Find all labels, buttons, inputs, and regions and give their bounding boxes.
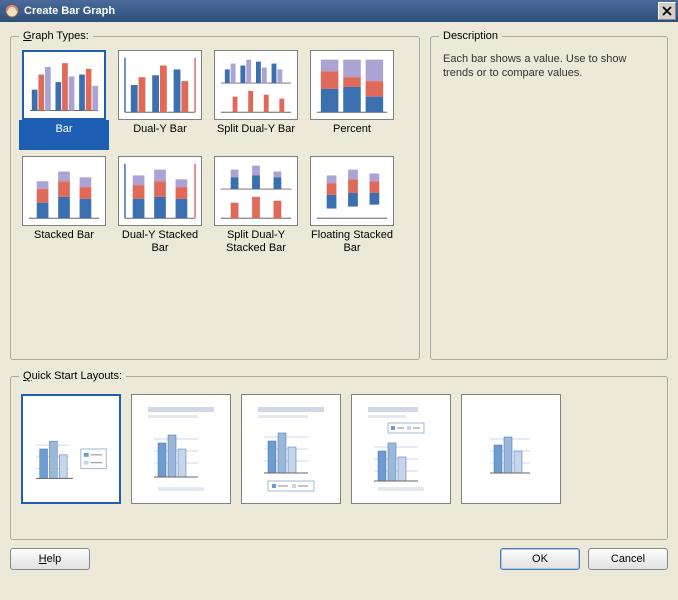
description-section: Description Each bar shows a value. Use … xyxy=(430,30,668,360)
graph-type-split-dual-y-stacked-bar[interactable]: Split Dual-Y Stacked Bar xyxy=(211,156,301,258)
description-legend: Description xyxy=(439,30,502,42)
graph-type-label: Percent xyxy=(307,120,397,150)
quick-start-section: Quick Start Layouts: xyxy=(10,370,668,540)
graph-type-stacked-bar[interactable]: Stacked Bar xyxy=(19,156,109,258)
dialog-button-row: Help OK Cancel xyxy=(10,540,668,570)
graph-type-bar[interactable]: Bar xyxy=(19,50,109,150)
graph-type-dual-y-bar[interactable]: Dual-Y Bar xyxy=(115,50,205,150)
bar-chart-icon xyxy=(22,50,106,120)
graph-type-label: Stacked Bar xyxy=(19,226,109,256)
app-icon xyxy=(4,3,20,19)
ok-button[interactable]: OK xyxy=(500,548,580,570)
graph-type-label: Dual-Y Stacked Bar xyxy=(115,226,205,258)
quick-start-layout-5[interactable] xyxy=(461,394,561,504)
quick-start-layout-3[interactable] xyxy=(241,394,341,504)
split-dual-y-bar-chart-icon xyxy=(214,50,298,120)
graph-type-label: Split Dual-Y Bar xyxy=(211,120,301,150)
titlebar: Create Bar Graph xyxy=(0,0,678,22)
graph-type-label: Floating Stacked Bar xyxy=(307,226,397,258)
quick-start-layouts-row xyxy=(19,390,659,508)
help-button[interactable]: Help xyxy=(10,548,90,570)
dual-y-bar-chart-icon xyxy=(118,50,202,120)
window-body: Graph Types: Bar xyxy=(0,22,678,578)
graph-types-section: Graph Types: Bar xyxy=(10,30,420,360)
percent-chart-icon xyxy=(310,50,394,120)
floating-stacked-bar-chart-icon xyxy=(310,156,394,226)
cancel-button[interactable]: Cancel xyxy=(588,548,668,570)
stacked-bar-chart-icon xyxy=(22,156,106,226)
quick-start-layout-1[interactable] xyxy=(21,394,121,504)
description-text: Each bar shows a value. Use to show tren… xyxy=(439,50,659,83)
graph-type-percent[interactable]: Percent xyxy=(307,50,397,150)
dual-y-stacked-bar-chart-icon xyxy=(118,156,202,226)
window-title: Create Bar Graph xyxy=(24,5,658,17)
split-dual-y-stacked-bar-chart-icon xyxy=(214,156,298,226)
graph-type-label: Split Dual-Y Stacked Bar xyxy=(211,226,301,258)
graph-type-split-dual-y-bar[interactable]: Split Dual-Y Bar xyxy=(211,50,301,150)
quick-start-layout-4[interactable] xyxy=(351,394,451,504)
close-button[interactable] xyxy=(658,2,676,20)
graph-type-label: Dual-Y Bar xyxy=(115,120,205,150)
graph-type-dual-y-stacked-bar[interactable]: Dual-Y Stacked Bar xyxy=(115,156,205,258)
graph-type-floating-stacked-bar[interactable]: Floating Stacked Bar xyxy=(307,156,397,258)
quick-start-layout-2[interactable] xyxy=(131,394,231,504)
graph-types-grid: Bar xyxy=(19,50,411,258)
graph-type-label: Bar xyxy=(19,120,109,150)
